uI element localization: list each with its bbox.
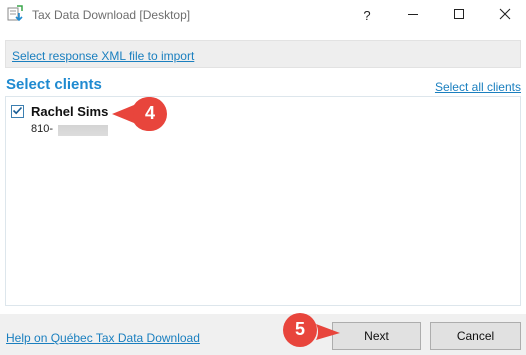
help-glyph: ? [363, 7, 371, 23]
client-checkbox[interactable] [11, 105, 24, 118]
select-all-clients-link[interactable]: Select all clients [435, 80, 521, 94]
checkmark-icon [12, 103, 23, 121]
phone-redaction [58, 125, 108, 136]
tax-download-app-icon [6, 5, 24, 23]
cancel-button[interactable]: Cancel [430, 322, 521, 350]
import-bar: Select response XML file to import [5, 40, 521, 68]
maximize-button[interactable] [436, 0, 482, 30]
client-phone: 810- [31, 123, 54, 135]
client-list: Rachel Sims 810- [5, 96, 521, 306]
select-response-xml-link[interactable]: Select response XML file to import [12, 49, 194, 63]
minimize-button[interactable] [390, 0, 436, 30]
window-title: Tax Data Download [Desktop] [32, 8, 191, 22]
select-clients-heading: Select clients [6, 76, 102, 93]
callout-5-number: 5 [294, 319, 305, 339]
next-button[interactable]: Next [332, 322, 421, 350]
maximize-icon [453, 8, 465, 23]
minimize-icon [407, 8, 419, 23]
help-quebec-tax-data-link[interactable]: Help on Québec Tax Data Download [6, 331, 200, 345]
step-4-callout: 4 [110, 96, 180, 132]
step-5-callout: 5 [272, 312, 342, 348]
close-button[interactable] [482, 0, 526, 30]
client-name: Rachel Sims [31, 104, 109, 119]
help-button[interactable]: ? [344, 0, 390, 30]
callout-4-number: 4 [144, 103, 155, 123]
title-bar: Tax Data Download [Desktop] ? [0, 0, 526, 30]
close-icon [499, 8, 511, 23]
dialog-footer: Help on Québec Tax Data Download Next Ca… [0, 314, 526, 355]
